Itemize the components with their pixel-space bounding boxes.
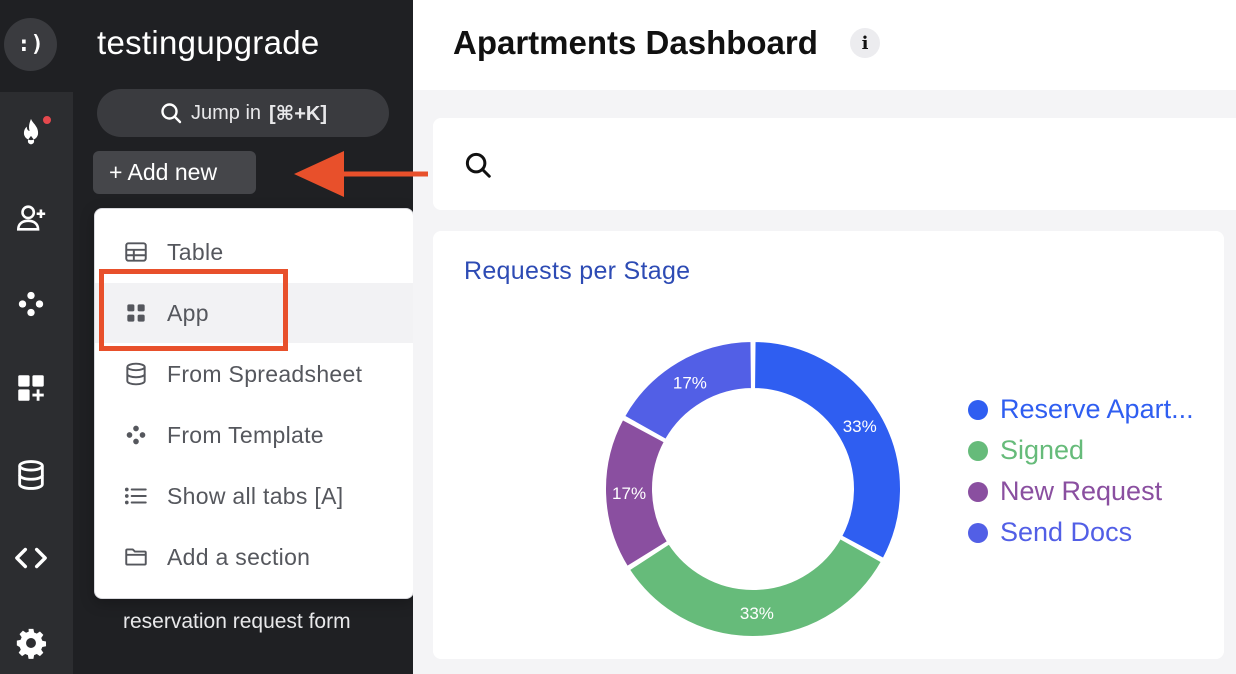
gear-icon[interactable] <box>10 622 52 664</box>
menu-item-from-spreadsheet[interactable]: From Spreadsheet <box>95 344 413 404</box>
legend-label: New Request <box>1000 476 1163 506</box>
table-icon <box>125 242 147 262</box>
slice-data-label: 33% <box>740 604 774 623</box>
icon-rail: :) <box>0 0 73 674</box>
search-icon <box>161 103 182 124</box>
legend-label: Send Docs <box>1000 517 1133 547</box>
folder-icon <box>125 548 147 566</box>
add-new-label: + Add new <box>109 159 218 185</box>
workspace-name[interactable]: testingupgrade <box>97 24 320 62</box>
legend-item[interactable]: New Request <box>968 471 1194 512</box>
chart-title: Requests per Stage <box>464 257 691 285</box>
menu-item-label: Add a section <box>167 543 311 570</box>
search-icon <box>465 152 491 178</box>
legend-swatch <box>968 440 988 461</box>
template-icon[interactable] <box>10 283 52 325</box>
add-app-icon[interactable] <box>10 367 52 409</box>
jump-in-shortcut: [⌘+K] <box>269 102 328 125</box>
menu-item-label: Table <box>167 238 224 265</box>
add-user-icon[interactable] <box>10 197 52 239</box>
slice-data-label: 33% <box>843 417 877 436</box>
add-new-menu: Table App From Spreadsheet From Template… <box>94 208 414 599</box>
sidebar-item-reservation-form[interactable]: reservation request form <box>123 610 351 634</box>
pie-slice[interactable] <box>753 339 902 561</box>
jump-in-label: Jump in <box>190 101 262 124</box>
legend-swatch <box>968 522 988 543</box>
legend-item[interactable]: Signed <box>968 430 1194 471</box>
donut-chart: 33% 33% 17% 17% <box>604 339 902 638</box>
main-content: Apartments Dashboard i Requests per Stag… <box>413 0 1236 674</box>
legend-item[interactable]: Reserve Apart... <box>968 389 1194 430</box>
page-header: Apartments Dashboard i <box>413 0 1236 90</box>
legend-item[interactable]: Send Docs <box>968 512 1194 553</box>
legend-label: Signed <box>1000 435 1085 465</box>
database-icon <box>126 362 146 386</box>
legend-label: Reserve Apart... <box>1000 394 1194 424</box>
menu-item-show-all-tabs[interactable]: Show all tabs [A] <box>95 466 413 526</box>
app-highlight-annotation <box>99 269 288 351</box>
fire-icon[interactable] <box>10 112 52 154</box>
chart-legend: Reserve Apart... Signed New Request Send Do… <box>968 389 1194 553</box>
database-icon[interactable] <box>10 454 52 496</box>
chart-card: Requests per Stage 33% 33% 17% 17% Reserve … <box>433 231 1224 659</box>
menu-item-label: From Spreadsheet <box>167 360 363 387</box>
workspace-logo[interactable]: :) <box>4 18 57 71</box>
slice-data-label: 17% <box>612 484 646 503</box>
jump-in-button[interactable]: Jump in [⌘+K] <box>97 89 389 137</box>
template-icon <box>126 425 146 445</box>
menu-item-label: Show all tabs [A] <box>167 482 344 509</box>
info-icon[interactable]: i <box>850 28 880 58</box>
page-title: Apartments Dashboard <box>453 24 818 61</box>
menu-item-label: From Template <box>167 421 324 448</box>
search-bar[interactable] <box>433 118 1236 210</box>
legend-swatch <box>968 481 988 502</box>
code-icon[interactable] <box>10 537 52 579</box>
legend-swatch <box>968 399 988 420</box>
list-icon <box>124 487 147 505</box>
add-new-button[interactable]: + Add new <box>93 151 256 194</box>
menu-item-add-section[interactable]: Add a section <box>95 527 413 587</box>
arrow-annotation <box>294 151 428 197</box>
slice-data-label: 17% <box>673 373 707 392</box>
menu-item-from-template[interactable]: From Template <box>95 405 413 465</box>
notification-dot <box>42 115 52 125</box>
